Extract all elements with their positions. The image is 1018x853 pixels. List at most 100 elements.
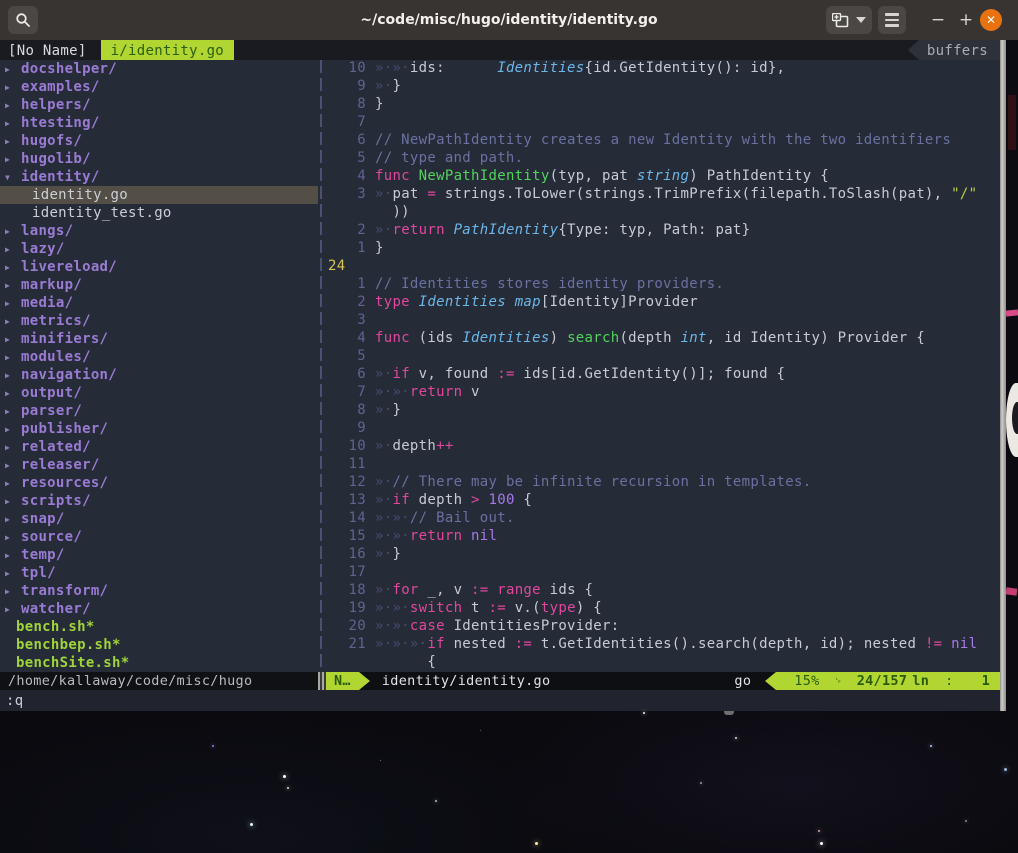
- collapsed-arrow-icon[interactable]: ▶: [0, 533, 21, 542]
- collapsed-arrow-icon[interactable]: ▶: [0, 389, 21, 398]
- code-line[interactable]: 18»·for _, v := range ids {: [326, 582, 1000, 600]
- tree-item[interactable]: ▶resources/: [0, 474, 318, 492]
- editor-pane[interactable]: 10»·»·ids: Identities{id.GetIdentity(): …: [326, 60, 1000, 672]
- tree-item[interactable]: ▶lazy/: [0, 240, 318, 258]
- code-line[interactable]: 7: [326, 114, 1000, 132]
- tree-item[interactable]: ▶examples/: [0, 78, 318, 96]
- tree-item[interactable]: ▶hugofs/: [0, 132, 318, 150]
- tree-item[interactable]: identity_test.go: [0, 204, 318, 222]
- collapsed-arrow-icon[interactable]: ▶: [0, 335, 21, 344]
- close-button[interactable]: ✕: [978, 0, 1004, 40]
- tree-item[interactable]: ▶related/: [0, 438, 318, 456]
- collapsed-arrow-icon[interactable]: ▶: [0, 371, 21, 380]
- code-line[interactable]: 16»·}: [326, 546, 1000, 564]
- collapsed-arrow-icon[interactable]: ▶: [0, 515, 21, 524]
- code-line[interactable]: 15»·»·return nil: [326, 528, 1000, 546]
- buffer-tab-noname[interactable]: [No Name]: [0, 40, 95, 60]
- code-line[interactable]: 11: [326, 456, 1000, 474]
- code-line[interactable]: 5// type and path.: [326, 150, 1000, 168]
- tree-item[interactable]: ▶markup/: [0, 276, 318, 294]
- code-line[interactable]: 10»·»·ids: Identities{id.GetIdentity(): …: [326, 60, 1000, 78]
- tree-item[interactable]: ▶tpl/: [0, 564, 318, 582]
- menu-button[interactable]: [878, 6, 906, 34]
- code-line[interactable]: {: [326, 654, 1000, 672]
- collapsed-arrow-icon[interactable]: ▶: [0, 317, 21, 326]
- code-line[interactable]: 5: [326, 348, 1000, 366]
- code-line[interactable]: 4func (ids Identities) search(depth int,…: [326, 330, 1000, 348]
- code-line[interactable]: 2type Identities map[Identity]Provider: [326, 294, 1000, 312]
- code-line[interactable]: 3»·pat = strings.ToLower(strings.TrimPre…: [326, 186, 1000, 204]
- expanded-arrow-icon[interactable]: ▼: [0, 173, 21, 182]
- tree-item[interactable]: ▶releaser/: [0, 456, 318, 474]
- collapsed-arrow-icon[interactable]: ▶: [0, 461, 21, 470]
- collapsed-arrow-icon[interactable]: ▶: [0, 119, 21, 128]
- collapsed-arrow-icon[interactable]: ▶: [0, 497, 21, 506]
- collapsed-arrow-icon[interactable]: ▶: [0, 83, 21, 92]
- tree-item[interactable]: benchbep.sh*: [0, 636, 318, 654]
- collapsed-arrow-icon[interactable]: ▶: [0, 65, 21, 74]
- code-line[interactable]: 10»·depth++: [326, 438, 1000, 456]
- code-line[interactable]: 1// Identities stores identity providers…: [326, 276, 1000, 294]
- code-line[interactable]: 6»·if v, found := ids[id.GetIdentity()];…: [326, 366, 1000, 384]
- code-line[interactable]: 14»·»·// Bail out.: [326, 510, 1000, 528]
- window-titlebar[interactable]: ~/code/misc/hugo/identity/identity.go − …: [0, 0, 1018, 40]
- code-line[interactable]: 8»·}: [326, 402, 1000, 420]
- code-line[interactable]: 9: [326, 420, 1000, 438]
- code-line[interactable]: 1}: [326, 240, 1000, 258]
- collapsed-arrow-icon[interactable]: ▶: [0, 299, 21, 308]
- collapsed-arrow-icon[interactable]: ▶: [0, 137, 21, 146]
- tree-item[interactable]: benchSite.sh*: [0, 654, 318, 672]
- tree-item[interactable]: ▶metrics/: [0, 312, 318, 330]
- code-line[interactable]: 24: [326, 258, 1000, 276]
- tree-item[interactable]: ▶docshelper/: [0, 60, 318, 78]
- code-line[interactable]: 4func NewPathIdentity(typ, pat string) P…: [326, 168, 1000, 186]
- tree-item[interactable]: ▶watcher/: [0, 600, 318, 618]
- tree-item[interactable]: ▶htesting/: [0, 114, 318, 132]
- collapsed-arrow-icon[interactable]: ▶: [0, 101, 21, 110]
- code-line[interactable]: 19»·»·switch t := v.(type) {: [326, 600, 1000, 618]
- code-line[interactable]: 21»·»·»·if nested := t.GetIdentities().s…: [326, 636, 1000, 654]
- collapsed-arrow-icon[interactable]: ▶: [0, 245, 21, 254]
- tree-item[interactable]: ▶helpers/: [0, 96, 318, 114]
- maximize-button[interactable]: +: [954, 0, 978, 40]
- collapsed-arrow-icon[interactable]: ▶: [0, 479, 21, 488]
- code-line[interactable]: 7»·»·return v: [326, 384, 1000, 402]
- tree-item[interactable]: bench.sh*: [0, 618, 318, 636]
- code-line[interactable]: 12»·// There may be infinite recursion i…: [326, 474, 1000, 492]
- code-line[interactable]: )): [326, 204, 1000, 222]
- collapsed-arrow-icon[interactable]: ▶: [0, 281, 21, 290]
- tree-item[interactable]: ▶source/: [0, 528, 318, 546]
- tree-item[interactable]: ▶parser/: [0, 402, 318, 420]
- tree-item[interactable]: ▶langs/: [0, 222, 318, 240]
- tree-item[interactable]: ▶publisher/: [0, 420, 318, 438]
- resize-handle[interactable]: [724, 711, 734, 715]
- code-line[interactable]: 8}: [326, 96, 1000, 114]
- code-line[interactable]: 17: [326, 564, 1000, 582]
- command-line[interactable]: :q: [0, 690, 1000, 711]
- collapsed-arrow-icon[interactable]: ▶: [0, 587, 21, 596]
- tree-item[interactable]: ▶media/: [0, 294, 318, 312]
- window-separator[interactable]: [320, 60, 322, 672]
- collapsed-arrow-icon[interactable]: ▶: [0, 263, 21, 272]
- minimize-button[interactable]: −: [926, 0, 950, 40]
- collapsed-arrow-icon[interactable]: ▶: [0, 551, 21, 560]
- tree-item[interactable]: ▶temp/: [0, 546, 318, 564]
- collapsed-arrow-icon[interactable]: ▶: [0, 353, 21, 362]
- tree-item[interactable]: ▶navigation/: [0, 366, 318, 384]
- code-line[interactable]: 6// NewPathIdentity creates a new Identi…: [326, 132, 1000, 150]
- code-line[interactable]: 2»·return PathIdentity{Type: typ, Path: …: [326, 222, 1000, 240]
- buffer-tab-active[interactable]: i/identity.go: [101, 40, 234, 60]
- collapsed-arrow-icon[interactable]: ▶: [0, 443, 21, 452]
- collapsed-arrow-icon[interactable]: ▶: [0, 569, 21, 578]
- tree-item[interactable]: ▶livereload/: [0, 258, 318, 276]
- tree-item[interactable]: ▶minifiers/: [0, 330, 318, 348]
- search-button[interactable]: [8, 6, 38, 34]
- collapsed-arrow-icon[interactable]: ▶: [0, 425, 21, 434]
- statusline-separator[interactable]: [318, 672, 326, 690]
- tree-item[interactable]: ▼identity/: [0, 168, 318, 186]
- tree-item[interactable]: ▶snap/: [0, 510, 318, 528]
- tree-item[interactable]: ▶scripts/: [0, 492, 318, 510]
- tree-item[interactable]: ▶output/: [0, 384, 318, 402]
- tree-item[interactable]: ▶hugolib/: [0, 150, 318, 168]
- code-line[interactable]: 3: [326, 312, 1000, 330]
